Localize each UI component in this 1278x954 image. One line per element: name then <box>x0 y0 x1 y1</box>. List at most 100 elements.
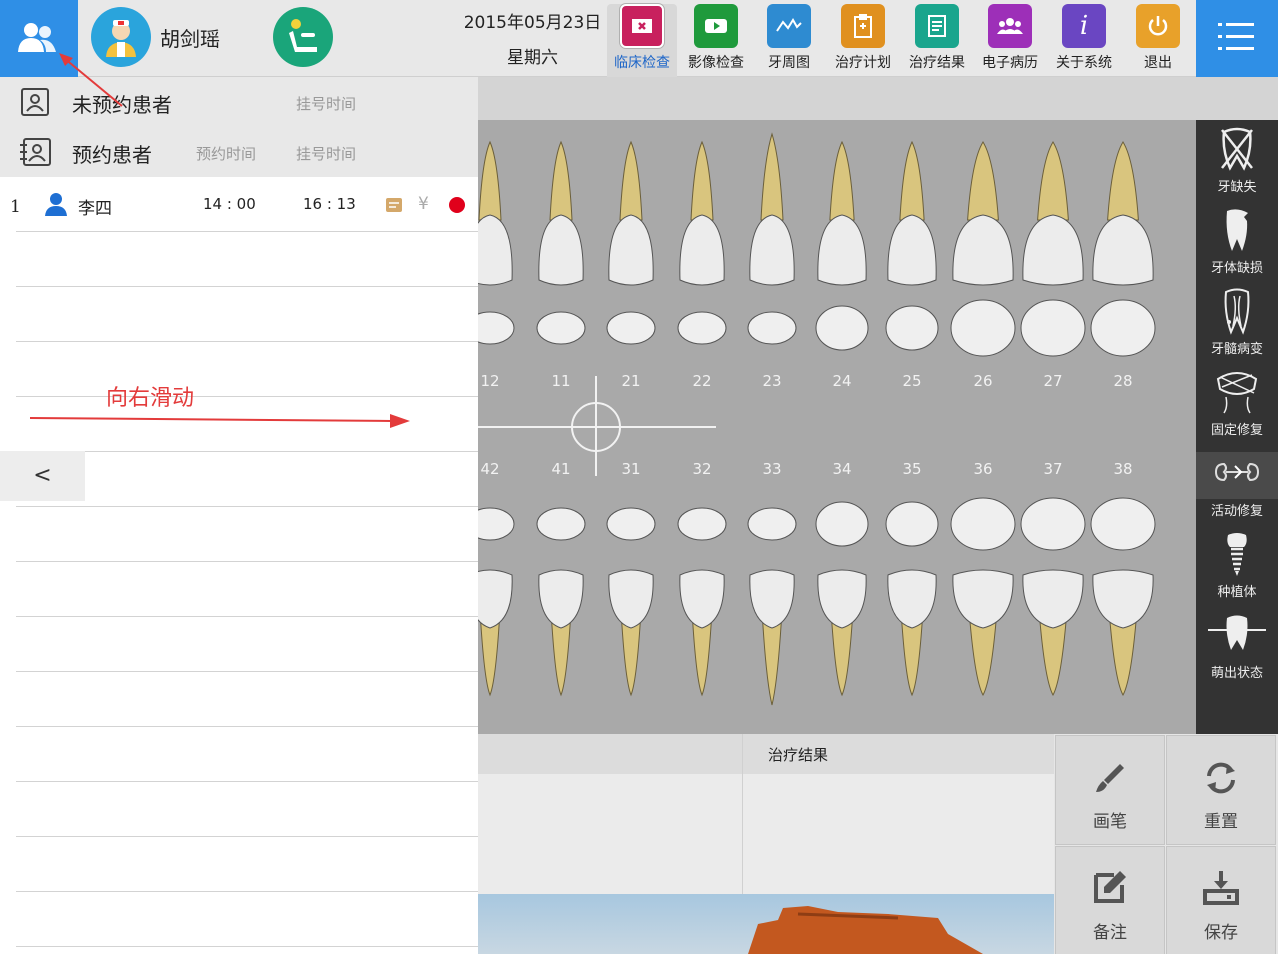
info-icon: i <box>1062 4 1106 48</box>
tab-exit[interactable]: 退出 <box>1123 4 1193 72</box>
save-button[interactable]: 保存 <box>1166 846 1276 954</box>
tab-periodontal-chart[interactable]: 牙周图 <box>754 4 824 72</box>
upper-tooth[interactable] <box>478 140 513 286</box>
dental-chair-icon <box>289 19 317 52</box>
tooth-number[interactable]: 28 <box>1103 372 1143 390</box>
dental-chart[interactable]: 12 11 21 22 23 24 25 26 27 28 42 41 31 32 33 34 35 36 37 38 <box>478 120 1196 734</box>
upper-occlusal-view[interactable] <box>747 311 797 345</box>
tab-imaging[interactable]: 影像检查 <box>681 4 751 72</box>
swipe-annotation-text: 向右滑动 <box>106 386 195 411</box>
tab-treatment-plan[interactable]: 治疗计划 <box>828 4 898 72</box>
upper-tooth[interactable] <box>608 140 654 286</box>
tool-fixed-restoration[interactable]: 固定修复 <box>1196 363 1278 444</box>
tooth-number[interactable]: 27 <box>1033 372 1073 390</box>
lower-tooth[interactable] <box>679 569 725 697</box>
lower-occlusal-view[interactable] <box>606 507 656 541</box>
tooth-number[interactable]: 26 <box>963 372 1003 390</box>
lower-occlusal-view[interactable] <box>815 501 869 547</box>
contact-card-icon <box>21 88 49 116</box>
lower-occlusal-view[interactable] <box>1090 497 1156 551</box>
tooth-number[interactable]: 38 <box>1103 460 1143 478</box>
address-book-icon <box>20 138 51 166</box>
lower-occlusal-view[interactable] <box>885 501 939 547</box>
menu-button[interactable] <box>1196 0 1278 77</box>
collapse-panel-button[interactable]: < <box>0 451 85 501</box>
lower-tooth[interactable] <box>749 569 795 706</box>
upper-occlusal-view[interactable] <box>950 299 1016 357</box>
tool-implant[interactable]: 种植体 <box>1196 525 1278 606</box>
upper-tooth[interactable] <box>952 141 1014 286</box>
tab-about[interactable]: i 关于系统 <box>1049 4 1119 72</box>
brush-button[interactable]: 画笔 <box>1055 735 1165 845</box>
tooth-number[interactable]: 33 <box>752 460 792 478</box>
upper-tooth[interactable] <box>679 140 725 286</box>
tooth-number[interactable]: 31 <box>611 460 651 478</box>
imaging-icon <box>694 4 738 48</box>
upper-occlusal-view[interactable] <box>478 311 515 345</box>
reset-button[interactable]: 重置 <box>1166 735 1276 845</box>
tooth-number[interactable]: 22 <box>682 372 722 390</box>
row-divider <box>16 891 478 892</box>
lower-tooth[interactable] <box>952 569 1014 697</box>
note-icon <box>1094 871 1126 903</box>
lower-tooth[interactable] <box>538 569 584 697</box>
tooth-number[interactable]: 35 <box>892 460 932 478</box>
upper-occlusal-view[interactable] <box>1020 299 1086 357</box>
menu-icon <box>1218 23 1254 50</box>
row-divider <box>16 781 478 782</box>
upper-tooth[interactable] <box>817 140 867 286</box>
treatment-result-panel <box>742 734 743 894</box>
tool-eruption-state[interactable]: 萌出状态 <box>1196 606 1278 687</box>
lower-tooth[interactable] <box>1092 569 1154 697</box>
tooth-number[interactable]: 32 <box>682 460 722 478</box>
upper-tooth[interactable] <box>1022 141 1084 286</box>
lower-tooth[interactable] <box>887 569 937 697</box>
upper-occlusal-view[interactable] <box>1090 299 1156 357</box>
lower-occlusal-view[interactable] <box>1020 497 1086 551</box>
lower-tooth[interactable] <box>1022 569 1084 697</box>
payment-yuan-icon[interactable]: ¥ <box>418 194 429 214</box>
tooth-number[interactable]: 41 <box>541 460 581 478</box>
lower-occlusal-view[interactable] <box>950 497 1016 551</box>
upper-occlusal-view[interactable] <box>815 305 869 351</box>
tooth-number[interactable]: 24 <box>822 372 862 390</box>
upper-occlusal-view[interactable] <box>677 311 727 345</box>
upper-tooth[interactable] <box>1092 141 1154 286</box>
lower-tooth[interactable] <box>608 569 654 697</box>
tool-pulp-lesion[interactable]: 牙髓病变 <box>1196 282 1278 363</box>
tool-missing-tooth[interactable]: 牙缺失 <box>1196 120 1278 201</box>
upper-tooth[interactable] <box>749 132 795 286</box>
scheduled-header[interactable]: 预约患者 预约时间 挂号时间 <box>0 127 478 177</box>
tab-treatment-result[interactable]: 治疗结果 <box>902 4 972 72</box>
tab-clinical-exam[interactable]: 临床检查 <box>607 4 677 77</box>
lower-occlusal-view[interactable] <box>747 507 797 541</box>
implant-icon <box>1227 533 1247 576</box>
tooth-number[interactable]: 21 <box>611 372 651 390</box>
lower-tooth[interactable] <box>817 569 867 697</box>
lower-occlusal-view[interactable] <box>677 507 727 541</box>
upper-occlusal-view[interactable] <box>606 311 656 345</box>
upper-occlusal-view[interactable] <box>885 305 939 351</box>
treatment-plan-icon <box>841 4 885 48</box>
lower-tooth[interactable] <box>478 569 513 697</box>
lower-occlusal-view[interactable] <box>536 507 586 541</box>
upper-occlusal-view[interactable] <box>536 311 586 345</box>
lower-occlusal-view[interactable] <box>478 507 515 541</box>
tooth-number[interactable]: 11 <box>541 372 581 390</box>
record-card-icon[interactable] <box>386 197 402 213</box>
reset-icon <box>1207 762 1235 794</box>
note-button[interactable]: 备注 <box>1055 846 1165 954</box>
workspace-header <box>478 77 1278 120</box>
upper-tooth[interactable] <box>538 140 584 286</box>
tooth-number[interactable]: 37 <box>1033 460 1073 478</box>
patient-row[interactable]: 1 李四 14 : 00 16 : 13 ¥ <box>0 177 478 231</box>
tab-emr[interactable]: 电子病历 <box>975 4 1045 72</box>
dental-chair-button[interactable] <box>273 7 333 67</box>
tooth-number[interactable]: 36 <box>963 460 1003 478</box>
tooth-number[interactable]: 23 <box>752 372 792 390</box>
upper-tooth[interactable] <box>887 140 937 286</box>
tool-removable-restoration[interactable]: 活动修复 <box>1188 444 1278 525</box>
tool-tooth-defect[interactable]: 牙体缺损 <box>1196 201 1278 282</box>
tooth-number[interactable]: 25 <box>892 372 932 390</box>
tooth-number[interactable]: 34 <box>822 460 862 478</box>
